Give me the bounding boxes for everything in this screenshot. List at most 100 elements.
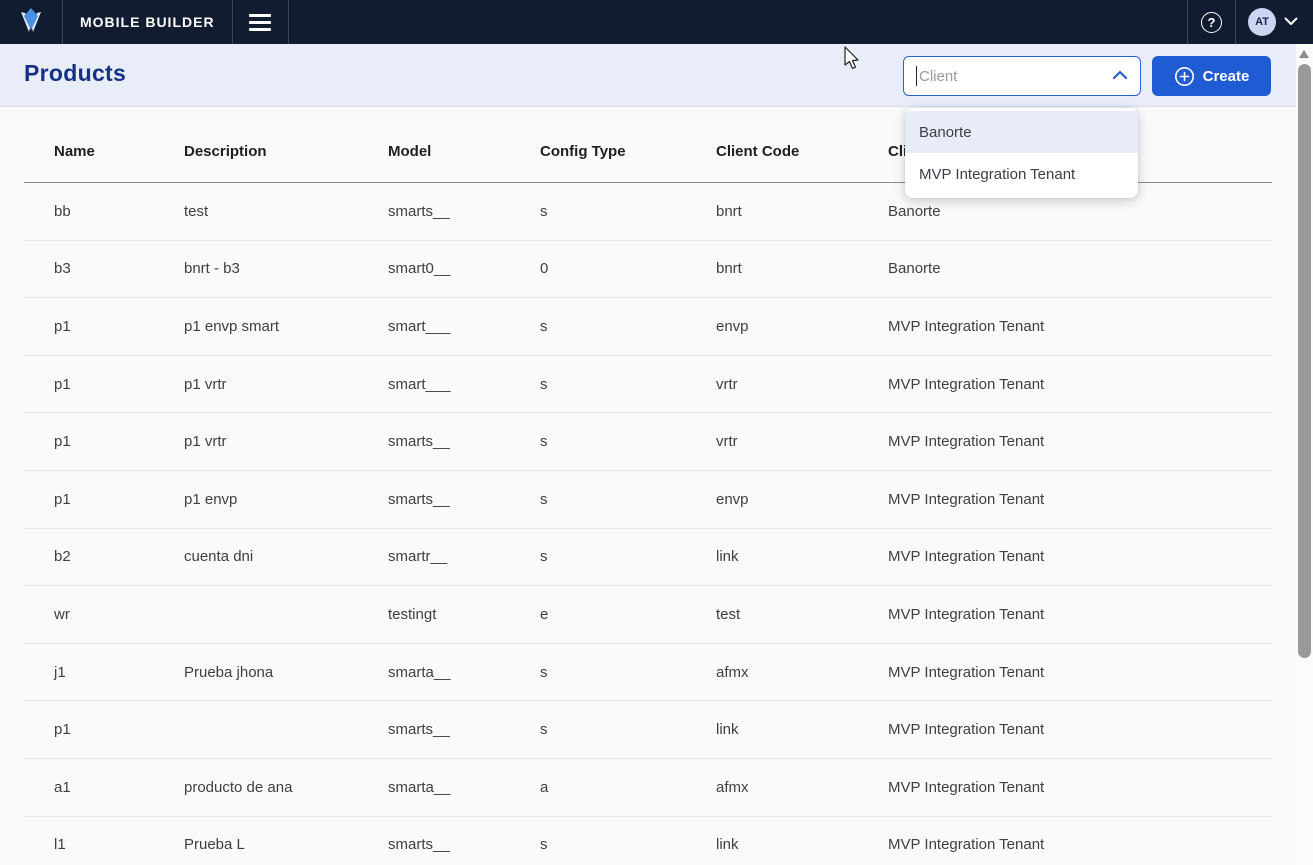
cell-client-code: bnrt <box>716 260 888 277</box>
cell-client: MVP Integration Tenant <box>888 836 1272 853</box>
column-header-model: Model <box>388 143 540 160</box>
cell-client: MVP Integration Tenant <box>888 433 1272 450</box>
dropdown-option-mvp[interactable]: MVP Integration Tenant <box>905 153 1138 195</box>
table-row[interactable]: wr testingt e test MVP Integration Tenan… <box>24 586 1272 644</box>
cell-model: smarts__ <box>388 491 540 508</box>
cell-name: a1 <box>54 779 184 796</box>
cell-config-type: e <box>540 606 716 623</box>
cell-name: p1 <box>54 376 184 393</box>
table-row[interactable]: j1 Prueba jhona smarta__ s afmx MVP Inte… <box>24 644 1272 702</box>
table-row[interactable]: p1 p1 envp smarts__ s envp MVP Integrati… <box>24 471 1272 529</box>
table-row[interactable]: b3 bnrt - b3 smart0__ 0 bnrt Banorte <box>24 241 1272 299</box>
avatar: AT <box>1248 8 1276 36</box>
cell-client: MVP Integration Tenant <box>888 606 1272 623</box>
client-filter-placeholder: Client <box>919 68 1112 85</box>
cell-client: MVP Integration Tenant <box>888 376 1272 393</box>
client-filter-combobox[interactable]: Client <box>903 56 1141 96</box>
column-header-config-type: Config Type <box>540 143 716 160</box>
cell-model: smarta__ <box>388 664 540 681</box>
cell-description: p1 vrtr <box>184 376 388 393</box>
cell-model: smarts__ <box>388 836 540 853</box>
cell-config-type: s <box>540 836 716 853</box>
cell-client-code: envp <box>716 318 888 335</box>
cell-description: producto de ana <box>184 779 388 796</box>
cell-config-type: s <box>540 433 716 450</box>
cell-description: Prueba jhona <box>184 664 388 681</box>
cell-model: smart___ <box>388 376 540 393</box>
cell-model: smart___ <box>388 318 540 335</box>
client-dropdown-panel: Banorte MVP Integration Tenant <box>905 108 1138 198</box>
cell-name: l1 <box>54 836 184 853</box>
cell-name: j1 <box>54 664 184 681</box>
cell-config-type: s <box>540 318 716 335</box>
app-logo <box>0 0 63 44</box>
table-row[interactable]: p1 smarts__ s link MVP Integration Tenan… <box>24 701 1272 759</box>
cell-config-type: s <box>540 721 716 738</box>
cell-client: Banorte <box>888 203 1272 220</box>
chevron-down-icon <box>1284 13 1298 31</box>
cell-model: smarts__ <box>388 721 540 738</box>
cell-model: smarta__ <box>388 779 540 796</box>
plus-circle-icon <box>1174 66 1195 87</box>
cell-client: MVP Integration Tenant <box>888 721 1272 738</box>
table-body: bb test smarts__ s bnrt Banorte b3 bnrt … <box>24 183 1272 865</box>
table-row[interactable]: b2 cuenta dni smartr__ s link MVP Integr… <box>24 529 1272 587</box>
table-row[interactable]: p1 p1 envp smart smart___ s envp MVP Int… <box>24 298 1272 356</box>
table-row[interactable]: p1 p1 vrtr smart___ s vrtr MVP Integrati… <box>24 356 1272 414</box>
question-mark-icon: ? <box>1201 12 1222 33</box>
table-row[interactable]: l1 Prueba L smarts__ s link MVP Integrat… <box>24 817 1272 865</box>
cell-config-type: s <box>540 376 716 393</box>
cell-client-code: envp <box>716 491 888 508</box>
cell-client-code: test <box>716 606 888 623</box>
cell-client: MVP Integration Tenant <box>888 491 1272 508</box>
column-header-description: Description <box>184 143 388 160</box>
navbar-spacer <box>289 0 1187 44</box>
top-navbar: MOBILE BUILDER ? AT <box>0 0 1313 44</box>
cell-client: MVP Integration Tenant <box>888 779 1272 796</box>
cell-config-type: s <box>540 548 716 565</box>
scrollbar-thumb[interactable] <box>1298 64 1311 658</box>
table-row[interactable]: a1 producto de ana smarta__ a afmx MVP I… <box>24 759 1272 817</box>
cell-name: b2 <box>54 548 184 565</box>
column-header-name: Name <box>54 143 184 160</box>
cell-config-type: a <box>540 779 716 796</box>
cell-client-code: link <box>716 836 888 853</box>
help-button[interactable]: ? <box>1187 0 1235 44</box>
page-title: Products <box>24 60 126 87</box>
cell-client: Banorte <box>888 260 1272 277</box>
table-row[interactable]: p1 p1 vrtr smarts__ s vrtr MVP Integrati… <box>24 413 1272 471</box>
hamburger-menu-icon[interactable] <box>233 0 289 44</box>
cell-config-type: s <box>540 491 716 508</box>
column-header-client-code: Client Code <box>716 143 888 160</box>
dropdown-option-banorte[interactable]: Banorte <box>905 111 1138 153</box>
cell-model: smartr__ <box>388 548 540 565</box>
cell-client-code: afmx <box>716 779 888 796</box>
account-menu[interactable]: AT <box>1235 0 1313 44</box>
cell-client: MVP Integration Tenant <box>888 664 1272 681</box>
cell-model: testingt <box>388 606 540 623</box>
cell-config-type: s <box>540 203 716 220</box>
brand-title: MOBILE BUILDER <box>63 0 233 44</box>
cell-description: test <box>184 203 388 220</box>
cell-description: cuenta dni <box>184 548 388 565</box>
cell-description: p1 envp <box>184 491 388 508</box>
cell-config-type: 0 <box>540 260 716 277</box>
cell-client-code: vrtr <box>716 376 888 393</box>
scrollbar-up-arrow[interactable] <box>1299 50 1309 58</box>
cell-name: p1 <box>54 318 184 335</box>
cell-description: p1 vrtr <box>184 433 388 450</box>
cell-description: Prueba L <box>184 836 388 853</box>
create-button[interactable]: Create <box>1152 56 1271 96</box>
cell-name: bb <box>54 203 184 220</box>
chevron-up-icon[interactable] <box>1112 67 1128 85</box>
cell-name: p1 <box>54 433 184 450</box>
cell-client-code: link <box>716 548 888 565</box>
cell-name: wr <box>54 606 184 623</box>
cell-model: smart0__ <box>388 260 540 277</box>
create-button-label: Create <box>1203 68 1250 85</box>
cell-description: p1 envp smart <box>184 318 388 335</box>
vertical-scrollbar <box>1296 44 1313 865</box>
cell-client: MVP Integration Tenant <box>888 318 1272 335</box>
cell-config-type: s <box>540 664 716 681</box>
cell-client: MVP Integration Tenant <box>888 548 1272 565</box>
